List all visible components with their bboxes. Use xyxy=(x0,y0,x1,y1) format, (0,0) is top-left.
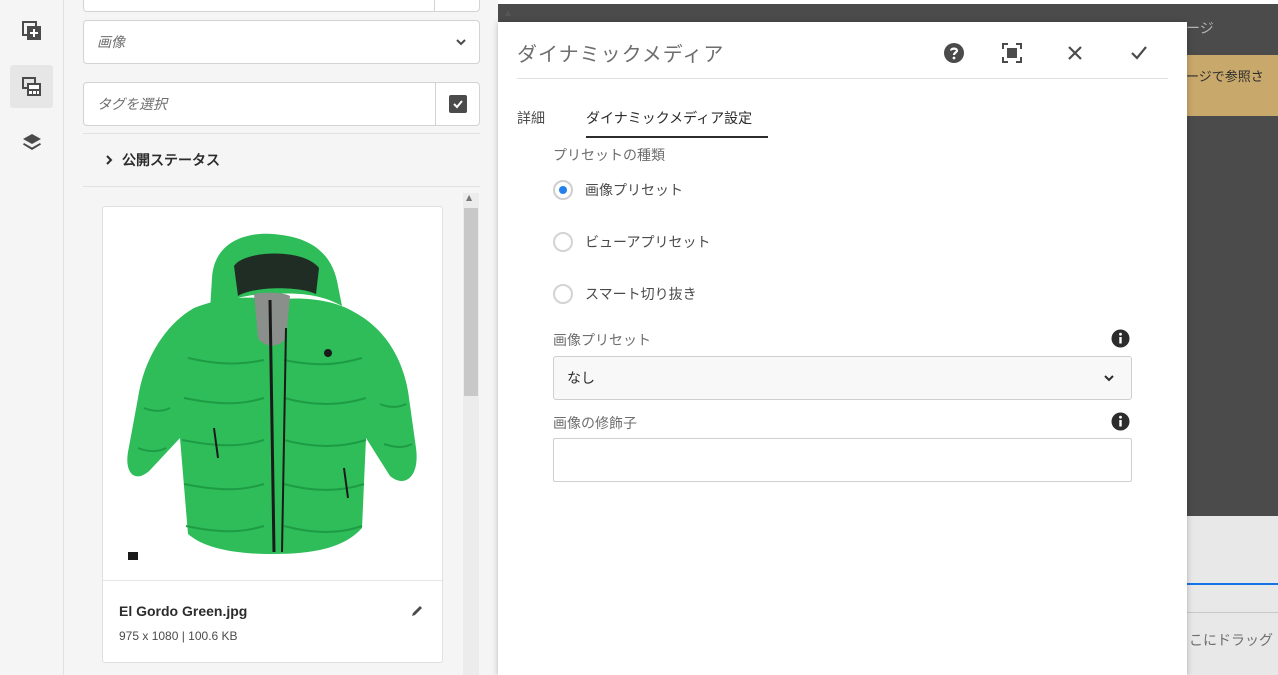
close-button[interactable] xyxy=(1064,42,1086,68)
asset-meta: El Gordo Green.jpg 975 x 1080 | 100.6 KB xyxy=(103,580,442,662)
assets-icon xyxy=(21,76,41,96)
page-content-area xyxy=(1186,116,1278,516)
layers-rail-button[interactable] xyxy=(10,120,53,163)
publish-status-toggle[interactable]: 公開ステータス xyxy=(104,150,220,170)
assets-panel: 画像 タグを選択 公開ステータス El Gordo Green.jpg 975 … xyxy=(64,0,498,675)
dialog-header-divider xyxy=(517,78,1168,79)
scroll-up-arrow-icon[interactable]: ▲ xyxy=(466,193,472,202)
radio-viewer-preset[interactable]: ビューアプリセット xyxy=(553,232,710,252)
page-header-text: ージ xyxy=(1186,21,1214,37)
tag-picker-button[interactable] xyxy=(435,83,479,125)
asset-type-placeholder: 画像 xyxy=(97,35,125,51)
asset-type-select[interactable]: 画像 xyxy=(83,20,480,64)
info-icon[interactable] xyxy=(1111,329,1130,352)
chevron-right-icon xyxy=(106,155,113,165)
dynamic-media-dialog: ダイナミックメディア 詳細 ダイナミックメディア設定 プリセットの種類 画像プリ… xyxy=(498,22,1187,675)
page-banner-text: ージで参照さ xyxy=(1186,70,1264,85)
asset-card[interactable]: El Gordo Green.jpg 975 x 1080 | 100.6 KB xyxy=(102,206,443,663)
done-button[interactable] xyxy=(1128,42,1150,68)
layers-icon xyxy=(22,133,41,150)
jacket-image xyxy=(127,233,417,560)
radio-label: スマート切り抜き xyxy=(585,287,697,303)
assets-rail-button[interactable] xyxy=(10,65,53,108)
active-tab-indicator xyxy=(586,136,768,138)
scroll-up-arrow-icon[interactable]: ▲ xyxy=(505,8,511,17)
drop-zone-highlight xyxy=(1186,583,1278,585)
components-rail-button[interactable] xyxy=(10,9,53,52)
close-icon xyxy=(1068,46,1082,60)
info-icon[interactable] xyxy=(1111,412,1130,435)
image-preset-label: 画像プリセット xyxy=(553,333,651,349)
drop-zone-hint: こにドラッグ xyxy=(1189,633,1273,649)
chevron-down-icon xyxy=(443,36,479,48)
image-modifier-input[interactable] xyxy=(553,438,1132,482)
fullscreen-button[interactable] xyxy=(1001,42,1023,68)
page-banner xyxy=(1186,55,1278,116)
asset-thumbnail[interactable] xyxy=(104,208,441,580)
search-field-partial[interactable] xyxy=(83,0,480,12)
radio-image-preset[interactable]: 画像プリセット xyxy=(553,180,683,200)
divider xyxy=(1186,612,1278,613)
preset-type-label: プリセットの種類 xyxy=(553,148,665,164)
dialog-title: ダイナミックメディア xyxy=(517,42,725,66)
asset-name: El Gordo Green.jpg xyxy=(119,603,248,619)
radio-label: ビューアプリセット xyxy=(585,235,711,251)
tab-details[interactable]: 詳細 xyxy=(517,108,545,128)
divider xyxy=(83,186,480,187)
radio-button[interactable] xyxy=(553,284,573,304)
checkmark-icon xyxy=(1131,46,1147,60)
chevron-down-icon xyxy=(1104,375,1114,382)
help-button[interactable] xyxy=(943,42,965,68)
radio-button[interactable] xyxy=(553,232,573,252)
image-preset-value: なし xyxy=(567,371,595,387)
scrollbar-thumb[interactable] xyxy=(464,208,478,396)
image-preset-select[interactable]: なし xyxy=(553,356,1132,400)
asset-dimensions-size: 975 x 1080 | 100.6 KB xyxy=(119,629,238,643)
publish-status-label: 公開ステータス xyxy=(122,153,220,169)
checkbox-icon xyxy=(448,95,467,113)
tag-select-placeholder: タグを選択 xyxy=(97,97,167,113)
help-icon xyxy=(944,43,964,63)
image-modifier-label: 画像の修飾子 xyxy=(553,416,637,432)
page-drop-zone xyxy=(1186,516,1278,675)
edit-pencil-icon[interactable] xyxy=(410,603,424,622)
divider xyxy=(83,133,480,134)
add-component-icon xyxy=(21,20,41,40)
tab-dynamic-media-settings[interactable]: ダイナミックメディア設定 xyxy=(586,108,752,128)
radio-smart-crop[interactable]: スマート切り抜き xyxy=(553,284,697,304)
radio-label: 画像プリセット xyxy=(585,183,683,199)
tag-select-field[interactable]: タグを選択 xyxy=(83,82,480,126)
side-rail xyxy=(0,0,64,675)
fullscreen-icon xyxy=(1002,43,1022,63)
radio-button[interactable] xyxy=(553,180,573,200)
